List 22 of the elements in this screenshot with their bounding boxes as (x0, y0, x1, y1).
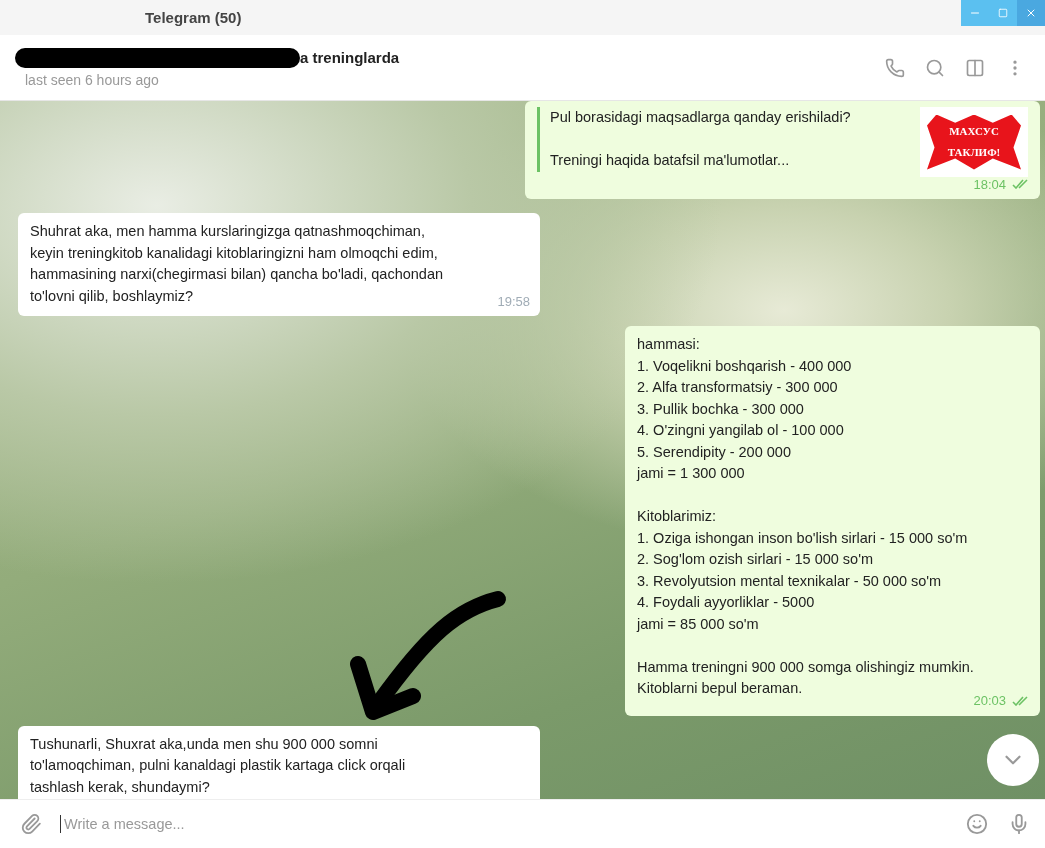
message-text: hammasi: 1. Voqelikni boshqarish - 400 000 2. Alfa transformatsiy - 300 000 3. Pullik bochka - 300 000 4. O'zingni yangilab ol - 100 000 5. Serendipity - 200 000 jami = 1 300 000 Kitoblarimiz: 1. Oziga ishongan inson bo'lish sirlari - 15 000 so'm 2. Sog'lom ozish sirlari - 15 000 so'm 3. Revolyutsion mental texnikalar - 50 000 so'm 4. Foydali ayyorliklar - 5000 jami = 85 000 so'm Hamma treningni 900 000 somga olishingiz mumkin. Kitoblarni bepul beraman. (637, 335, 974, 698)
close-icon[interactable] (1025, 7, 1037, 19)
phone-icon[interactable] (885, 57, 905, 78)
scroll-down-button[interactable] (987, 734, 1039, 786)
link-preview[interactable]: Pul borasidagi maqsadlarga qanday erishiladi? Treningi haqida batafsil ma'lumotlar... (537, 107, 908, 172)
promo-text: МАХСУС ТАКЛИФ! (927, 114, 1021, 170)
preview-text: Pul borasidagi maqsadlarga qanday erishiladi? (550, 108, 852, 127)
emoji-icon[interactable] (966, 813, 988, 835)
search-icon[interactable] (925, 57, 945, 78)
message-text: Shuhrat aka, men hamma kurslaringizga qatnashmoqchiman, keyin treningkitob kanalidagi kitoblaringizni ham olmoqchi edim, hammasining narxi(chegirmasi bilan) qancha bo'ladi, qachondan to'lovni qilib, boshlaymiz? (30, 222, 444, 306)
message-time: 18:04 (973, 175, 1006, 194)
message-time: 19:58 (497, 292, 530, 311)
message-text: Tushunarli, Shuxrat aka,unda men shu 900 000 somni to'lamoqchiman, pulni kanaldagi plastik kartaga click orqali tashlash kerak, shundaymi? (30, 734, 406, 797)
message-time: 20:03 (973, 692, 1006, 710)
preview-text: Treningi haqida batafsil ma'lumotlar... (550, 151, 791, 170)
maximize-button[interactable] (989, 0, 1017, 26)
window-title: Telegram (50) (145, 9, 242, 26)
side-panel-icon[interactable] (965, 57, 985, 78)
attach-icon[interactable] (20, 813, 42, 835)
maximize-icon[interactable] (998, 8, 1008, 18)
last-seen-status: last seen 6 hours ago (25, 71, 160, 88)
chat-title: a treninglarda (300, 49, 400, 66)
